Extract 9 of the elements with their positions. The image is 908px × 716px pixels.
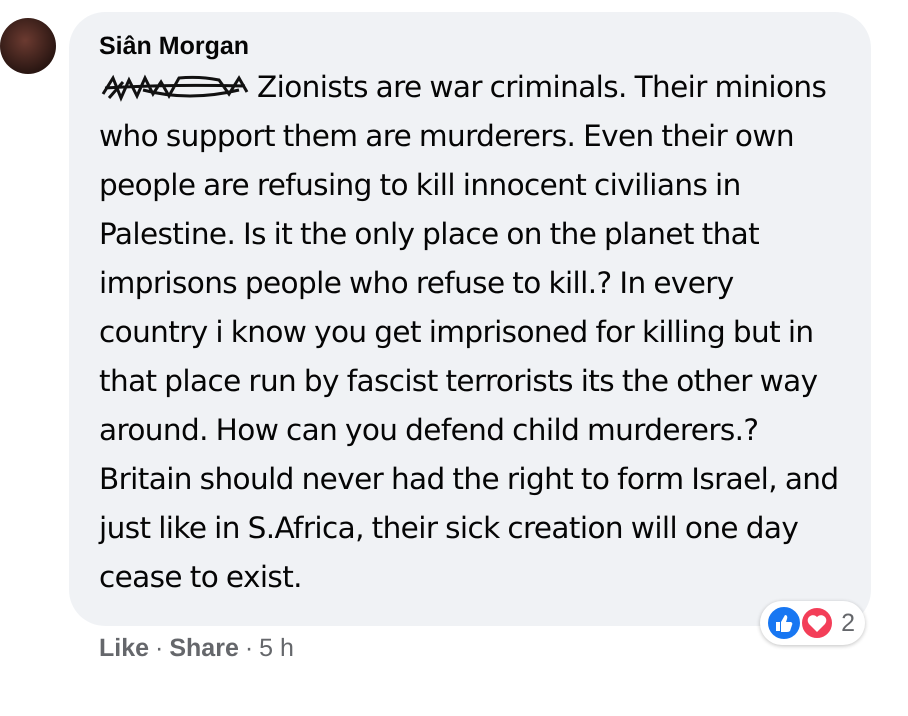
reaction-count: 2 [841,608,855,638]
share-link[interactable]: Share [169,634,239,663]
separator-dot: · [244,634,254,663]
separator-dot: · [155,634,164,663]
author-name[interactable]: Siân Morgan [99,32,841,61]
reactions-badge[interactable]: 2 [760,601,865,645]
like-link[interactable]: Like [99,634,150,663]
timestamp[interactable]: 5 h [259,634,294,663]
comment-text: Zionists are war criminals. Their minions who support them are murderers. Even their own people are refusing to kill innocent civilians in Palestine. Is it the only place on the planet that imprisons people who refuse to kill.? In every country i know you get imprisoned for killing but in that place run by fascist terrorists its the other way around. How can you defend child murderers.? Britain should never had the right to form Israel, and just like in S.Africa, their sick creation will one day cease to exist. [99,69,840,596]
